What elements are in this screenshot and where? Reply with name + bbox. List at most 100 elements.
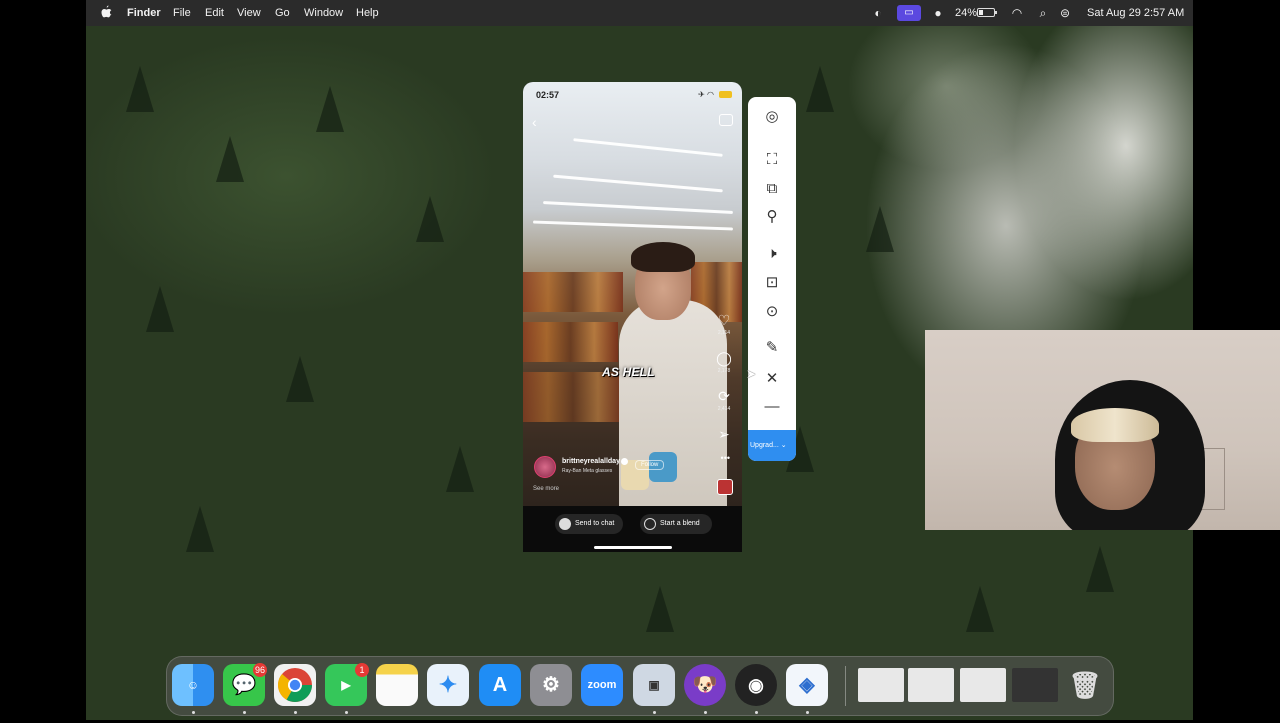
menu-view[interactable]: View: [237, 0, 261, 26]
pen-icon[interactable]: ✎: [762, 338, 782, 358]
more-options-icon[interactable]: •••: [721, 453, 730, 463]
share-button[interactable]: ➢: [714, 426, 734, 444]
like-button[interactable]: ♡ 2,114: [714, 312, 734, 336]
dock-running-indicator: [755, 711, 758, 714]
picture-in-picture-icon[interactable]: ⧉: [762, 179, 782, 199]
close-icon[interactable]: ✕: [762, 369, 782, 389]
heart-icon: ♡: [717, 312, 731, 328]
video-caption: AS HELL: [602, 365, 655, 379]
phone-status-time: 02:57: [536, 90, 560, 100]
record-icon[interactable]: ⊙: [762, 302, 782, 322]
facetime-badge: 1: [355, 663, 369, 677]
battery-percent: 24%: [955, 7, 978, 19]
ceiling-light: [543, 201, 733, 214]
minimize-icon[interactable]: —: [762, 397, 782, 417]
dock-running-indicator: [704, 711, 707, 714]
apple-menu-icon[interactable]: [100, 5, 112, 19]
menu-app-name[interactable]: Finder: [127, 0, 161, 26]
send-to-chat-button[interactable]: Send to chat: [555, 514, 623, 534]
dock-minimized-window[interactable]: [960, 668, 1006, 702]
dock-minimized-window[interactable]: [1012, 668, 1058, 702]
dock-app-store-icon[interactable]: A: [479, 664, 521, 706]
user-circle-icon[interactable]: ◎: [762, 107, 782, 127]
phone-battery-icon: [719, 91, 732, 98]
chevron-down-icon: ⌄: [778, 442, 787, 449]
reel-bottom-bar: Send to chat Start a blend: [523, 506, 742, 552]
wifi-icon[interactable]: ◠: [1009, 6, 1025, 20]
avatar[interactable]: [534, 456, 556, 478]
dock-tool-app-icon[interactable]: ◈: [786, 664, 828, 706]
wallpaper-tree: [646, 586, 674, 632]
home-indicator[interactable]: [594, 546, 672, 549]
reel-audio-line[interactable]: Ray-Ban Meta glasses: [562, 468, 612, 474]
dock-obs-icon[interactable]: ◉: [735, 664, 777, 706]
camera-icon[interactable]: ⊡: [762, 273, 782, 293]
comment-button[interactable]: ◯ 2,178: [714, 350, 734, 374]
upgrade-label: Upgrad...: [750, 442, 779, 449]
ceiling-light: [533, 220, 733, 231]
reel-video[interactable]: 02:57 ✈ ◠ ‹ AS HELL ♡ 2,114 ◯ 2,178 ⟳ 2,…: [523, 82, 742, 506]
menu-edit[interactable]: Edit: [205, 0, 224, 26]
dock-dog-app-icon[interactable]: 🐶: [684, 664, 726, 706]
battery-icon[interactable]: [977, 8, 997, 17]
dock-running-indicator: [192, 711, 195, 714]
dock-preview-icon[interactable]: ▣: [633, 664, 675, 706]
wallpaper-tree: [1086, 546, 1114, 592]
store-shelf: [523, 372, 623, 422]
volume-icon[interactable]: 🕨: [762, 244, 782, 264]
dock-safari-icon[interactable]: ✦: [427, 664, 469, 706]
dock-chrome-icon[interactable]: [274, 664, 316, 706]
spotlight-search-icon[interactable]: ⌕: [1036, 6, 1050, 20]
dock-finder-icon[interactable]: ☺: [172, 664, 214, 706]
dock-separator: [845, 666, 846, 706]
repost-button[interactable]: ⟳ 2,414: [714, 388, 734, 412]
upgrade-button[interactable]: Upgrad... ⌄: [748, 430, 796, 461]
dock-zoom-icon[interactable]: zoom: [581, 664, 623, 706]
repost-icon: ⟳: [718, 388, 730, 404]
menu-go[interactable]: Go: [275, 0, 290, 26]
dock-running-indicator: [806, 711, 809, 714]
camera-icon[interactable]: [719, 114, 733, 126]
phone-status-bar: 02:57 ✈ ◠: [523, 82, 742, 108]
see-more-link[interactable]: See more: [533, 486, 559, 492]
messages-badge: 96: [253, 663, 268, 677]
dock-system-settings-icon[interactable]: ⚙: [530, 664, 572, 706]
reel-username[interactable]: brittneyrealallday: [562, 458, 620, 465]
menu-datetime[interactable]: Sat Aug 29 2:57 AM: [1087, 0, 1184, 26]
screen-record-icon[interactable]: ▭: [897, 5, 921, 21]
menu-file[interactable]: File: [173, 0, 191, 26]
grammarly-icon[interactable]: ●: [931, 6, 945, 20]
start-blend-button[interactable]: Start a blend: [640, 514, 712, 534]
dock-minimized-window[interactable]: [908, 668, 954, 702]
screen-share-icon[interactable]: ◐: [871, 6, 885, 20]
menu-window[interactable]: Window: [304, 0, 343, 26]
store-shelf: [523, 272, 623, 312]
control-center-icon[interactable]: ⊜: [1057, 6, 1073, 20]
audio-thumbnail-icon[interactable]: [717, 479, 733, 495]
webcam-person-hair: [1071, 408, 1159, 442]
ceiling-light: [553, 174, 723, 193]
pin-icon[interactable]: ⚲: [762, 207, 782, 227]
dock-notes-icon[interactable]: [376, 664, 418, 706]
back-arrow-icon[interactable]: ‹: [532, 114, 537, 130]
user-avatar-icon: [559, 518, 571, 530]
wallpaper-tree: [966, 586, 994, 632]
webcam-overlay: [925, 330, 1280, 530]
wallpaper-tree: [216, 136, 244, 182]
phone-signal-icon: ✈ ◠: [698, 90, 714, 99]
verified-badge-icon: [621, 458, 628, 465]
dock-running-indicator: [243, 711, 246, 714]
follow-button[interactable]: Follow: [635, 460, 665, 470]
fullscreen-icon[interactable]: ⛶: [762, 150, 782, 170]
dock-trash-icon[interactable]: 🗑: [1064, 664, 1106, 706]
person-hair: [631, 242, 695, 272]
send-to-chat-label: Send to chat: [575, 520, 615, 527]
phone-mirror-window[interactable]: 02:57 ✈ ◠ ‹ AS HELL ♡ 2,114 ◯ 2,178 ⟳ 2,…: [523, 82, 742, 552]
wallpaper-tree: [416, 196, 444, 242]
menu-help[interactable]: Help: [356, 0, 379, 26]
like-count: 2,114: [717, 330, 731, 336]
wallpaper-tree: [806, 66, 834, 112]
repost-count: 2,414: [717, 406, 731, 412]
dock-minimized-window[interactable]: [858, 668, 904, 702]
zoom-label: zoom: [587, 679, 617, 691]
